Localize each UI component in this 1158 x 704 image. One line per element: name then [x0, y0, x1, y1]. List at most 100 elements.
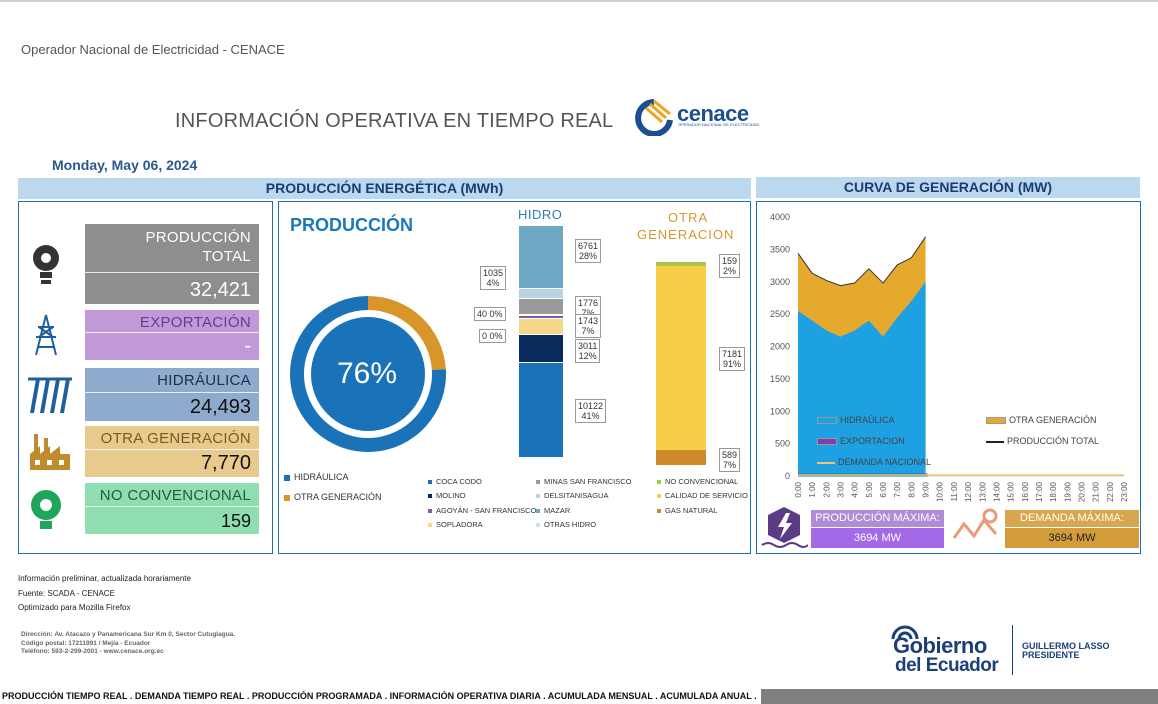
- y-tick-label: 2000: [770, 342, 790, 352]
- logo-subtitle: OPERADOR NACIONAL DE ELECTRICIDAD: [678, 122, 760, 127]
- x-tick-label: 19:00: [1063, 481, 1072, 502]
- callout-pct: 2%: [723, 266, 737, 276]
- legend-swatch: [536, 508, 540, 513]
- x-tick-label: 22:00: [1106, 481, 1115, 502]
- hidro-bar-segment: [519, 334, 563, 363]
- legend-swatch: [428, 508, 432, 513]
- callout-value: 7181: [722, 349, 743, 359]
- plant-legend-item: COCA CODO: [428, 477, 482, 486]
- report-date: Monday, May 06, 2024: [52, 157, 198, 173]
- footer-separator: .: [382, 691, 390, 701]
- x-tick-label: 8:00: [907, 481, 916, 497]
- footer-link[interactable]: DEMANDA TIEMPO REAL: [135, 691, 245, 701]
- hidro-bar-segment: [519, 298, 563, 316]
- hidro-callout: 40 0%: [474, 307, 506, 321]
- stat-divider: [85, 332, 259, 333]
- callout-pct: 0%: [489, 331, 503, 341]
- plant-legend-item: CALIDAD DE SERVICIO: [657, 491, 748, 500]
- hidro-bar-segment: [519, 362, 563, 458]
- hidro-callout: 1743 7%: [575, 314, 602, 338]
- x-tick-label: 0:00: [794, 481, 803, 497]
- stat-box: NO CONVENCIONAL 159: [85, 483, 259, 534]
- hidro-callout: 1035 4%: [480, 266, 507, 290]
- x-tick-label: 12:00: [964, 481, 973, 502]
- transmission-tower-icon: [26, 313, 74, 364]
- stat-divider: [85, 272, 259, 273]
- stat-label: PRODUCCIÓN TOTAL: [145, 229, 251, 265]
- stat-divider: [85, 449, 259, 450]
- x-tick-label: 16:00: [1021, 481, 1030, 502]
- callout-value: 0: [482, 331, 488, 341]
- otra-callout: 159 2%: [719, 254, 741, 278]
- footer-link[interactable]: ACUMULADA ANUAL: [660, 691, 752, 701]
- x-tick-label: 2:00: [822, 481, 831, 497]
- ecuador-text: del Ecuador: [895, 655, 999, 676]
- legend-swatch: [817, 461, 835, 464]
- legend-swatch: [428, 494, 432, 499]
- y-tick-label: 3500: [770, 244, 790, 254]
- stat-box: OTRA GENERACIÓN 7,770: [85, 426, 259, 477]
- legend-label: CALIDAD DE SERVICIO: [665, 491, 748, 501]
- org-name: Operador Nacional de Electricidad - CENA…: [21, 42, 285, 57]
- callout-value: 6761: [578, 241, 599, 251]
- stat-value: -: [244, 335, 251, 357]
- plant-legend-item: MINAS SAN FRANCISCO: [536, 477, 632, 486]
- plant-legend-item: DELSITANISAGUA: [536, 491, 608, 500]
- stat-divider: [85, 392, 259, 393]
- stat-label: HIDRÁULICA: [157, 372, 251, 389]
- stat-label: NO CONVENCIONAL: [99, 487, 251, 504]
- footer-separator: .: [244, 691, 252, 701]
- note-preliminary: Información preliminar, actualizada hora…: [18, 574, 191, 583]
- hidro-callout: 10122 41%: [575, 399, 607, 423]
- footer-link[interactable]: PRODUCCIÓN PROGRAMADA: [252, 691, 382, 701]
- plant-legend-item: GAS NATURAL: [657, 506, 717, 515]
- legend-swatch: [284, 474, 290, 481]
- footer-link[interactable]: PRODUCCIÓN TIEMPO REAL: [2, 691, 127, 701]
- donut-percent: 76%: [336, 357, 398, 390]
- legend-swatch: [536, 494, 540, 499]
- plant-legend-item: MOLINO: [428, 491, 466, 500]
- footer-link[interactable]: INFORMACIÓN OPERATIVA DIARIA: [390, 691, 541, 701]
- curve-legend-item: DEMANDA NACIONAL: [817, 457, 931, 467]
- legend-label: AGOYÁN - SAN FRANCISCO: [436, 505, 537, 515]
- callout-pct: 41%: [581, 411, 600, 421]
- president-title: PRESIDENTE: [1022, 650, 1080, 660]
- x-tick-label: 13:00: [978, 481, 987, 502]
- footer-link[interactable]: ACUMULADA MENSUAL: [548, 691, 653, 701]
- callout-pct: 4%: [486, 278, 500, 288]
- max-production-value: 3694 MW: [811, 528, 944, 548]
- curve-legend-item: HIDRAÚLICA: [817, 415, 895, 425]
- y-tick-label: 1000: [770, 406, 790, 416]
- top-border: [0, 0, 1158, 2]
- note-source: Fuente: SCADA - CENACE: [18, 589, 115, 598]
- plant-legend-item: OTRAS HIDRO: [536, 520, 596, 529]
- x-tick-label: 14:00: [992, 481, 1001, 502]
- otra-title-1: OTRA: [668, 210, 709, 225]
- curve-legend-item: EXPORTACION: [817, 436, 905, 446]
- plant-legend-item: MAZAR: [536, 506, 570, 515]
- x-tick-label: 4:00: [851, 481, 860, 497]
- legend-otra-generacion: OTRA GENERACIÓN: [284, 492, 382, 502]
- footer-separator: .: [540, 691, 548, 701]
- legend-label: HIDRAÚLICA: [840, 415, 895, 425]
- y-tick-label: 1500: [770, 374, 790, 384]
- gobierno-divider: [1012, 625, 1013, 675]
- stat-box: HIDRÁULICA 24,493: [85, 368, 259, 421]
- legend-swatch: [986, 417, 1006, 425]
- x-tick-label: 11:00: [950, 481, 959, 501]
- legend-label: MAZAR: [544, 505, 571, 515]
- x-tick-label: 10:00: [936, 481, 945, 502]
- produccion-title: PRODUCCIÓN: [290, 215, 414, 235]
- x-tick-label: 1:00: [808, 481, 817, 497]
- x-tick-label: 20:00: [1077, 481, 1086, 502]
- otra-callout: 7181 91%: [719, 347, 746, 371]
- y-tick-label: 4000: [770, 212, 790, 222]
- hidro-callout: 0 0%: [479, 329, 506, 343]
- legend-label: COCA CODO: [436, 477, 482, 486]
- legend-label: GAS NATURAL: [665, 505, 718, 515]
- legend-swatch: [657, 508, 661, 513]
- callout-pct: 91%: [723, 359, 742, 369]
- stat-label: EXPORTACIÓN: [139, 314, 251, 331]
- stat-box: PRODUCCIÓN TOTAL 32,421: [85, 224, 259, 304]
- x-tick-label: 3:00: [837, 481, 846, 497]
